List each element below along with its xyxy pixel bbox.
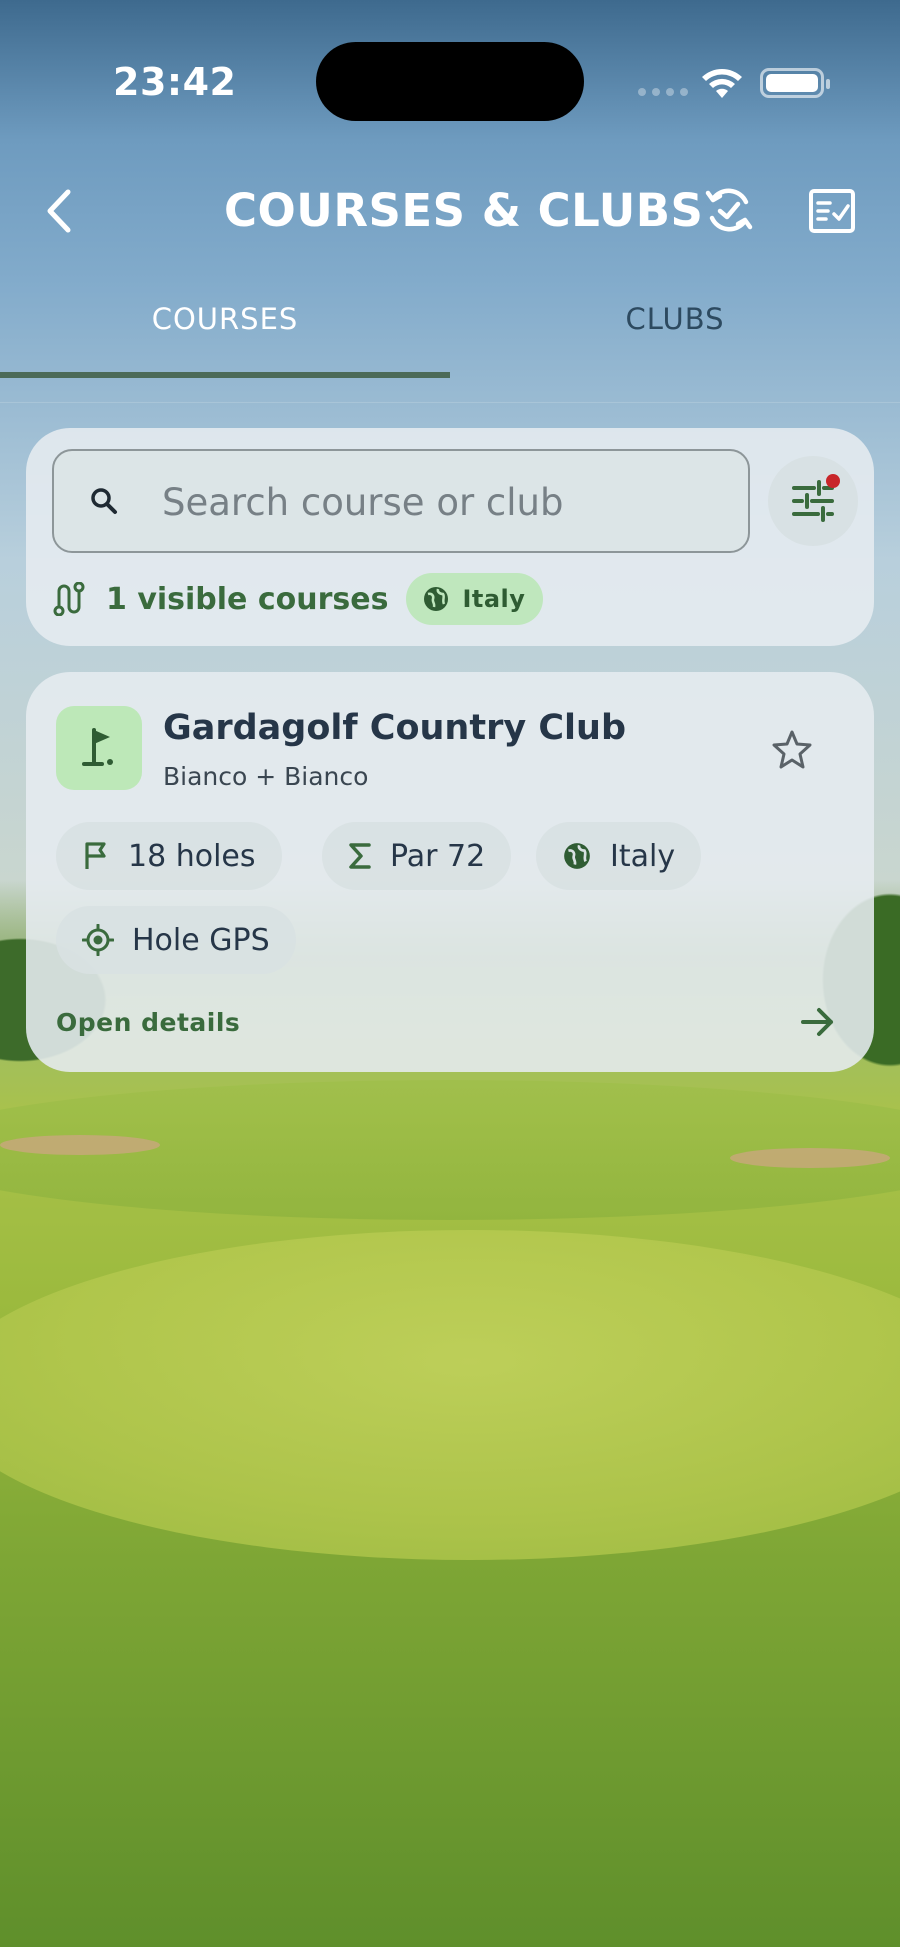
country-filter-label: Italy: [462, 585, 526, 613]
search-box[interactable]: [52, 449, 750, 553]
tab-courses[interactable]: COURSES: [0, 302, 450, 336]
filter-active-badge: [826, 474, 840, 488]
dynamic-island: [316, 42, 584, 121]
par-chip: Par 72: [322, 822, 512, 890]
results-summary: 1 visible courses Italy: [52, 572, 544, 626]
signal-dots-icon: [638, 88, 690, 96]
country-chip: Italy: [536, 822, 702, 890]
course-card[interactable]: Gardagolf Country Club Bianco + Bianco 1…: [26, 672, 874, 1072]
country-value: Italy: [610, 838, 676, 874]
search-icon: [91, 488, 117, 514]
tab-clubs[interactable]: CLUBS: [450, 302, 900, 336]
status-bar: 23:42: [0, 0, 900, 140]
favorite-star-icon[interactable]: [770, 728, 814, 772]
background-bunker: [0, 1135, 160, 1155]
tab-divider: [0, 402, 900, 403]
gps-value: Hole GPS: [132, 922, 270, 958]
course-layout: Bianco + Bianco: [163, 762, 369, 791]
route-icon: [53, 582, 85, 616]
globe-icon: [564, 843, 590, 869]
page-title: COURSES & CLUBS: [224, 184, 704, 237]
sync-check-icon[interactable]: [704, 184, 754, 236]
tab-indicator: [0, 372, 450, 378]
search-card: 1 visible courses Italy: [26, 428, 874, 646]
golf-flag-icon: [82, 728, 113, 766]
results-count: 1 visible courses: [106, 581, 389, 617]
checklist-icon[interactable]: [808, 188, 856, 234]
search-input[interactable]: [162, 479, 722, 525]
country-filter-chip[interactable]: Italy: [406, 573, 544, 625]
flag-outline-icon: [85, 842, 106, 869]
app-bar: COURSES & CLUBS: [0, 170, 900, 250]
wifi-icon: [702, 69, 742, 98]
gps-target-icon: [82, 924, 114, 956]
arrow-right-icon[interactable]: [798, 1002, 838, 1042]
par-value: Par 72: [390, 838, 486, 874]
holes-chip: 18 holes: [56, 822, 282, 890]
background-bunker: [730, 1148, 890, 1168]
status-time: 23:42: [113, 60, 237, 104]
chevron-left-icon[interactable]: [40, 186, 80, 236]
tab-bar: COURSES CLUBS: [0, 290, 900, 403]
course-name: Gardagolf Country Club: [163, 708, 626, 748]
sigma-icon: [349, 843, 371, 869]
course-avatar: [56, 706, 142, 790]
battery-icon: [760, 68, 830, 98]
globe-icon: [424, 587, 449, 611]
gps-chip: Hole GPS: [56, 906, 296, 974]
holes-value: 18 holes: [128, 838, 256, 874]
open-details-link[interactable]: Open details: [56, 1008, 240, 1037]
background-green: [0, 1230, 900, 1560]
filter-button[interactable]: [768, 456, 858, 546]
